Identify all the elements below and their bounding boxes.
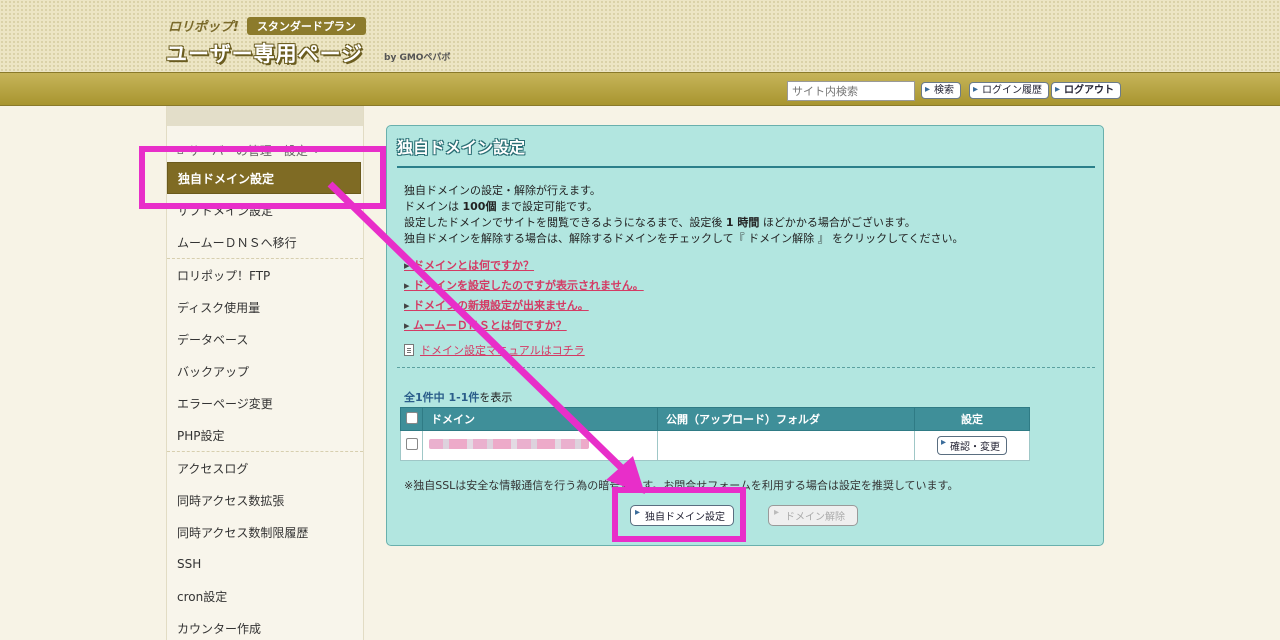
arrow-shaft bbox=[327, 181, 639, 485]
annotation-arrow bbox=[327, 181, 645, 494]
